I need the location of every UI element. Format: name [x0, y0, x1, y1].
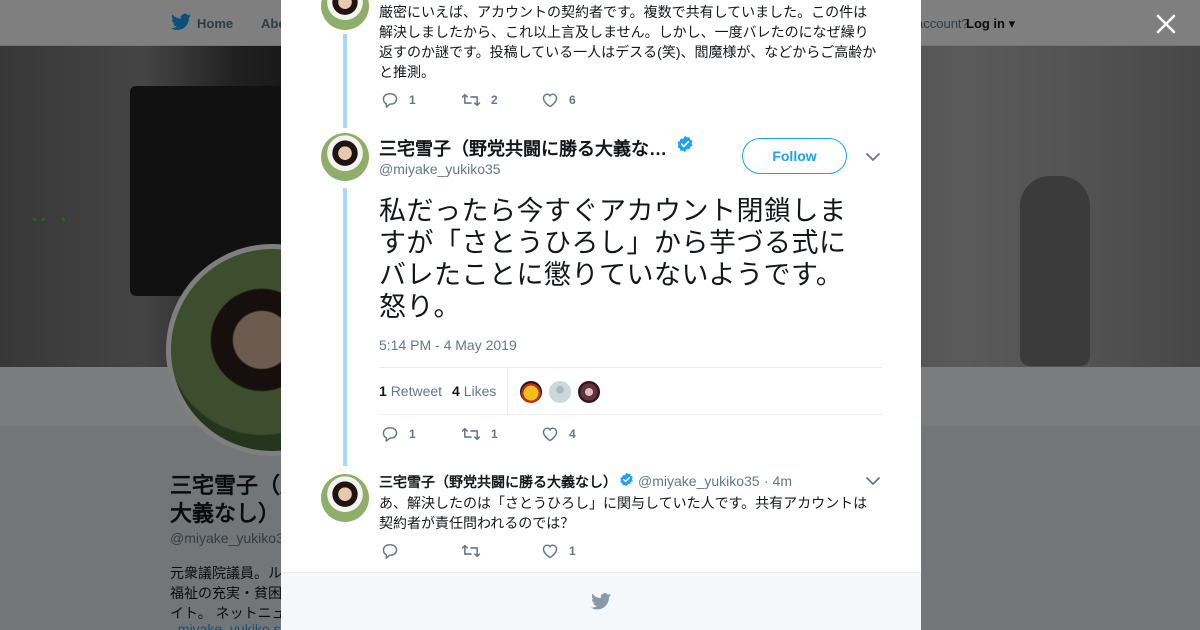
- heart-icon: [542, 427, 558, 442]
- likes-stat-count: 4: [452, 383, 460, 399]
- avatar[interactable]: [321, 0, 369, 30]
- liker-avatar[interactable]: [519, 380, 543, 404]
- tweet-timestamp[interactable]: 5:14 PM - 4 May 2019: [379, 337, 517, 353]
- reply-count: 1: [409, 93, 416, 107]
- reply-button[interactable]: 1: [381, 92, 416, 108]
- author-handle[interactable]: @miyake_yukiko35: [638, 473, 760, 489]
- tweet-modal: 厳密にいえば、アカウントの契約者です。複数で共有していました。この件は解決しまし…: [281, 0, 921, 630]
- retweet-icon: [461, 427, 481, 441]
- retweet-stat[interactable]: 1 Retweet: [379, 383, 442, 399]
- like-count: 4: [569, 427, 576, 441]
- modal-footer: [281, 572, 921, 630]
- retweet-button[interactable]: 2: [461, 92, 498, 108]
- retweet-button[interactable]: [461, 543, 491, 559]
- stats-divider: [507, 368, 508, 415]
- avatar[interactable]: [321, 133, 369, 181]
- reply-button[interactable]: [381, 543, 409, 559]
- thread-line: [343, 34, 347, 128]
- tweet-actions: 1: [381, 543, 681, 563]
- twitter-bird-icon: [591, 593, 611, 610]
- reply-count: 1: [409, 427, 416, 441]
- tweet-stats: 1 Retweet 4 Likes: [379, 367, 882, 415]
- tweet-actions: 1 2 6: [381, 92, 681, 112]
- avatar[interactable]: [321, 474, 369, 522]
- verified-badge-icon: [620, 472, 633, 487]
- reply-icon: [382, 93, 398, 108]
- thread-line: [343, 188, 347, 466]
- heart-icon: [542, 544, 558, 559]
- retweet-stat-label: Retweet: [390, 383, 443, 399]
- close-icon[interactable]: [1154, 12, 1178, 36]
- retweet-stat-count: 1: [379, 383, 387, 399]
- tweet-actions: 1 1 4: [381, 426, 681, 446]
- retweet-button[interactable]: 1: [461, 426, 498, 442]
- reply-icon: [382, 427, 398, 442]
- chevron-down-icon[interactable]: [866, 152, 880, 162]
- tweet-text: 厳密にいえば、アカウントの契約者です。複数で共有していました。この件は解決しまし…: [379, 4, 877, 80]
- follow-button[interactable]: Follow: [742, 138, 847, 174]
- author-name[interactable]: 三宅雪子（野党共闘に勝る大義なし）: [379, 472, 617, 492]
- heart-icon: [542, 93, 558, 108]
- likes-stat-label: Likes: [463, 383, 497, 399]
- liker-avatar[interactable]: [577, 380, 601, 404]
- main-tweet-text: 私だったら今すぐアカウント閉鎖しますが「さとうひろし」から芋づる式にバレたことに…: [379, 196, 847, 322]
- like-count: 1: [569, 544, 576, 558]
- retweet-count: 1: [491, 427, 498, 441]
- like-count: 6: [569, 93, 576, 107]
- retweet-icon: [461, 544, 481, 558]
- author-handle[interactable]: @miyake_yukiko35: [379, 161, 501, 177]
- tweet-text: あ、解決したのは「さとうひろし」に関与していた人です。共有アカウントは契約者が責…: [379, 495, 868, 531]
- tweet-time[interactable]: · 4m: [764, 473, 792, 489]
- reply-button[interactable]: 1: [381, 426, 416, 442]
- liker-avatar[interactable]: [548, 380, 572, 404]
- retweet-count: 2: [491, 93, 498, 107]
- likes-stat[interactable]: 4 Likes: [452, 383, 496, 399]
- author-name[interactable]: 三宅雪子（野党共闘に勝る大義な…: [379, 135, 667, 161]
- chevron-down-icon[interactable]: [866, 476, 880, 486]
- retweet-icon: [461, 93, 481, 107]
- like-button[interactable]: 6: [541, 92, 576, 108]
- verified-badge-icon: [677, 135, 693, 153]
- like-button[interactable]: 4: [541, 426, 576, 442]
- reply-icon: [382, 544, 398, 559]
- like-button[interactable]: 1: [541, 543, 576, 559]
